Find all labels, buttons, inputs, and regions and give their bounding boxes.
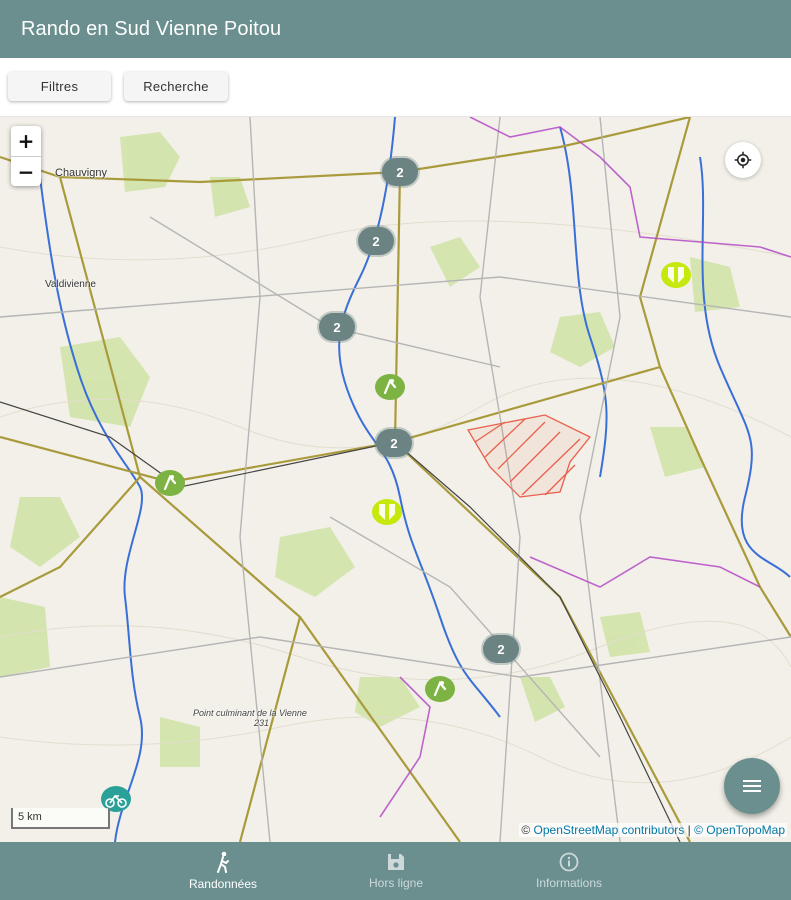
hike-marker-icon[interactable]	[424, 675, 456, 703]
topo-basemap	[0, 117, 791, 842]
place-label-point-culminant: Point culminant de la Vienne	[193, 708, 307, 718]
nav-label: Informations	[535, 876, 603, 890]
list-menu-button[interactable]	[724, 758, 780, 814]
opentopomap-attribution-link[interactable]: © OpenTopoMap	[694, 823, 785, 837]
poi-marker-icon[interactable]	[660, 261, 692, 289]
cluster-marker[interactable]: 2	[319, 313, 355, 341]
save-icon	[388, 854, 404, 870]
poi-marker-icon[interactable]	[371, 498, 403, 526]
place-label-valdivienne: Valdivienne	[45, 279, 96, 290]
map-view[interactable]: Chauvigny Valdivienne Point culminant de…	[0, 117, 791, 842]
filter-toolbar: Filtres Recherche	[0, 58, 791, 117]
crosshair-icon	[734, 151, 752, 169]
attribution-prefix: ©	[521, 823, 531, 837]
nav-label: Randonnées	[188, 877, 258, 891]
cluster-marker[interactable]: 2	[382, 158, 418, 186]
nav-item-informations[interactable]: Informations	[504, 842, 634, 900]
zoom-in-button[interactable]: +	[11, 126, 41, 156]
search-button[interactable]: Recherche	[124, 72, 228, 101]
hike-marker-icon[interactable]	[154, 469, 186, 497]
walk-icon	[217, 851, 229, 873]
place-label-altitude: 231	[254, 718, 270, 728]
attribution-separator: |	[687, 823, 691, 837]
cluster-marker[interactable]: 2	[376, 429, 412, 457]
map-attribution: © OpenStreetMap contributors | © OpenTop…	[519, 823, 787, 837]
bottom-navigation: Randonnées Hors ligne Informations	[0, 842, 791, 900]
locate-button[interactable]	[725, 142, 761, 178]
map-scale: 5 km	[11, 808, 110, 829]
list-icon	[743, 780, 761, 792]
cluster-marker[interactable]: 2	[358, 227, 394, 255]
osm-attribution-link[interactable]: OpenStreetMap contributors	[534, 823, 685, 837]
zoom-control: + −	[11, 126, 41, 186]
place-label-chauvigny: Chauvigny	[55, 167, 107, 179]
info-icon	[559, 852, 579, 872]
filters-button[interactable]: Filtres	[8, 72, 111, 101]
app-title: Rando en Sud Vienne Poitou	[21, 17, 282, 40]
nav-item-hors-ligne[interactable]: Hors ligne	[331, 842, 461, 900]
cluster-marker[interactable]: 2	[483, 635, 519, 663]
zoom-out-button[interactable]: −	[11, 156, 41, 186]
nav-label: Hors ligne	[368, 876, 424, 890]
app-bar: Rando en Sud Vienne Poitou	[0, 0, 791, 58]
nav-item-randonnees[interactable]: Randonnées	[158, 842, 288, 900]
hike-marker-icon[interactable]	[374, 373, 406, 401]
